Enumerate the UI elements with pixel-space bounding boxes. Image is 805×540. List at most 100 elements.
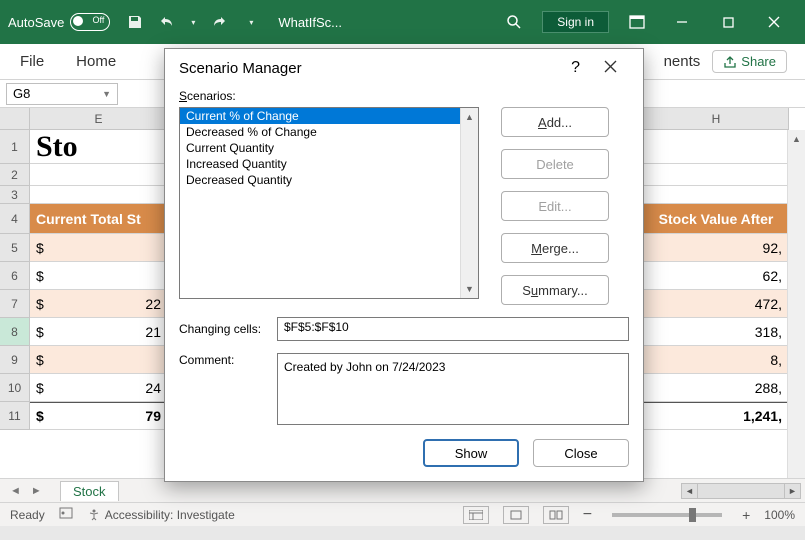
close-button[interactable]: Close — [533, 439, 629, 467]
row-headers: 1 2 3 4 5 6 7 8 9 10 11 — [0, 130, 30, 430]
row-header[interactable]: 10 — [0, 374, 30, 402]
zoom-slider[interactable] — [612, 513, 722, 517]
ribbon-options-icon[interactable] — [615, 8, 659, 36]
scenarios-label: Scenarios: — [179, 89, 629, 103]
sheet-tab-active[interactable]: Stock — [60, 481, 119, 501]
share-button[interactable]: Share — [712, 50, 787, 73]
header-cell[interactable]: Current Total St — [30, 204, 168, 234]
qat-dropdown-icon[interactable]: ▾ — [240, 11, 262, 33]
scroll-right-arrow-icon[interactable]: ► — [784, 484, 800, 498]
quick-access-toolbar: ▾ ▾ — [124, 11, 262, 33]
document-title: WhatIfSc... — [278, 15, 342, 30]
dialog-button-column: Add... Delete Edit... Merge... Summary..… — [501, 107, 609, 305]
save-icon[interactable] — [124, 11, 146, 33]
scroll-up-arrow-icon[interactable]: ▲ — [788, 130, 805, 148]
undo-icon[interactable] — [156, 11, 178, 33]
add-button[interactable]: Add... — [501, 107, 609, 137]
changing-cells-field: $F$5:$F$10 — [277, 317, 629, 341]
row-header[interactable]: 11 — [0, 402, 30, 430]
data-cell[interactable]: $ — [30, 346, 168, 374]
data-cell[interactable]: $ — [30, 262, 168, 290]
comment-field: Created by John on 7/24/2023 — [277, 353, 629, 425]
row-header[interactable]: 5 — [0, 234, 30, 262]
title-right: Sign in — [492, 7, 797, 37]
list-item[interactable]: Decreased % of Change — [180, 124, 478, 140]
scroll-left-arrow-icon[interactable]: ◄ — [682, 484, 698, 498]
chevron-down-icon[interactable]: ▼ — [102, 89, 111, 99]
page-layout-view-button[interactable] — [503, 506, 529, 524]
zoom-in-button[interactable]: + — [742, 507, 750, 523]
dialog-title-bar[interactable]: Scenario Manager ? — [165, 49, 643, 87]
row-header[interactable]: 7 — [0, 290, 30, 318]
name-box-value: G8 — [13, 86, 30, 101]
dialog-body: Scenarios: Current % of Change Decreased… — [165, 87, 643, 481]
scroll-down-arrow-icon[interactable]: ▼ — [461, 280, 478, 298]
sheet-title-cell[interactable]: Sto — [30, 130, 168, 164]
listbox-scrollbar[interactable]: ▲▼ — [460, 108, 478, 298]
name-box[interactable]: G8 ▼ — [6, 83, 118, 105]
data-cell[interactable]: $22 — [30, 290, 168, 318]
row-header[interactable]: 2 — [0, 164, 30, 186]
data-cell[interactable]: 318, — [644, 318, 789, 346]
merge-button[interactable]: Merge... — [501, 233, 609, 263]
data-cell[interactable]: $ — [30, 234, 168, 262]
window-close-button[interactable] — [751, 7, 797, 37]
row-header[interactable]: 6 — [0, 262, 30, 290]
dialog-close-button[interactable] — [592, 60, 629, 77]
summary-button[interactable]: Summary... — [501, 275, 609, 305]
toggle-switch[interactable]: Off — [70, 13, 110, 31]
minimize-button[interactable] — [659, 7, 705, 37]
normal-view-button[interactable] — [463, 506, 489, 524]
scroll-up-arrow-icon[interactable]: ▲ — [461, 108, 478, 126]
sign-in-button[interactable]: Sign in — [542, 11, 609, 33]
accessibility-status[interactable]: Accessibility: Investigate — [87, 508, 235, 522]
data-cell[interactable]: 92, — [644, 234, 789, 262]
row-header[interactable]: 9 — [0, 346, 30, 374]
col-header-h[interactable]: H — [644, 108, 789, 130]
row-header[interactable]: 3 — [0, 186, 30, 204]
sheet-nav[interactable]: ◄► — [10, 485, 42, 497]
maximize-button[interactable] — [705, 7, 751, 37]
vertical-scrollbar[interactable]: ▲ — [787, 130, 805, 478]
zoom-level[interactable]: 100% — [764, 508, 795, 522]
list-item[interactable]: Increased Quantity — [180, 156, 478, 172]
search-icon[interactable] — [492, 8, 536, 36]
changing-cells-label: Changing cells: — [179, 322, 269, 336]
delete-button[interactable]: Delete — [501, 149, 609, 179]
macro-record-icon[interactable] — [59, 506, 73, 523]
autosave-label: AutoSave — [8, 15, 64, 30]
help-button[interactable]: ? — [559, 59, 592, 77]
page-break-view-button[interactable] — [543, 506, 569, 524]
dialog-footer: Show Close — [179, 439, 629, 467]
tab-file[interactable]: File — [18, 49, 46, 74]
header-cell[interactable]: Stock Value After — [644, 204, 789, 234]
data-cell[interactable]: $21 — [30, 318, 168, 346]
tab-truncated[interactable]: nents — [662, 49, 703, 74]
data-cell[interactable]: $79 — [30, 402, 168, 430]
row-header[interactable]: 8 — [0, 318, 30, 346]
undo-dropdown-icon[interactable]: ▾ — [188, 11, 198, 33]
status-ready: Ready — [10, 508, 45, 522]
tab-home[interactable]: Home — [74, 49, 118, 74]
data-cell[interactable]: 1,241, — [644, 402, 789, 430]
scenarios-listbox[interactable]: Current % of Change Decreased % of Chang… — [179, 107, 479, 299]
col-header-e[interactable]: E — [30, 108, 168, 130]
autosave-toggle[interactable]: AutoSave Off — [8, 13, 110, 31]
data-cell[interactable]: 472, — [644, 290, 789, 318]
zoom-out-button[interactable]: − — [583, 506, 592, 524]
data-cell[interactable]: 288, — [644, 374, 789, 402]
data-cell[interactable]: $24 — [30, 374, 168, 402]
select-all-corner[interactable] — [0, 108, 30, 130]
data-cell[interactable]: 62, — [644, 262, 789, 290]
list-item[interactable]: Current % of Change — [180, 108, 478, 124]
list-item[interactable]: Current Quantity — [180, 140, 478, 156]
data-cell[interactable]: 8, — [644, 346, 789, 374]
edit-button[interactable]: Edit... — [501, 191, 609, 221]
row-header[interactable]: 1 — [0, 130, 30, 164]
list-item[interactable]: Decreased Quantity — [180, 172, 478, 188]
horizontal-scrollbar[interactable]: ◄► — [681, 483, 801, 499]
dialog-title: Scenario Manager — [179, 60, 302, 77]
redo-icon[interactable] — [208, 11, 230, 33]
show-button[interactable]: Show — [423, 439, 519, 467]
row-header[interactable]: 4 — [0, 204, 30, 234]
